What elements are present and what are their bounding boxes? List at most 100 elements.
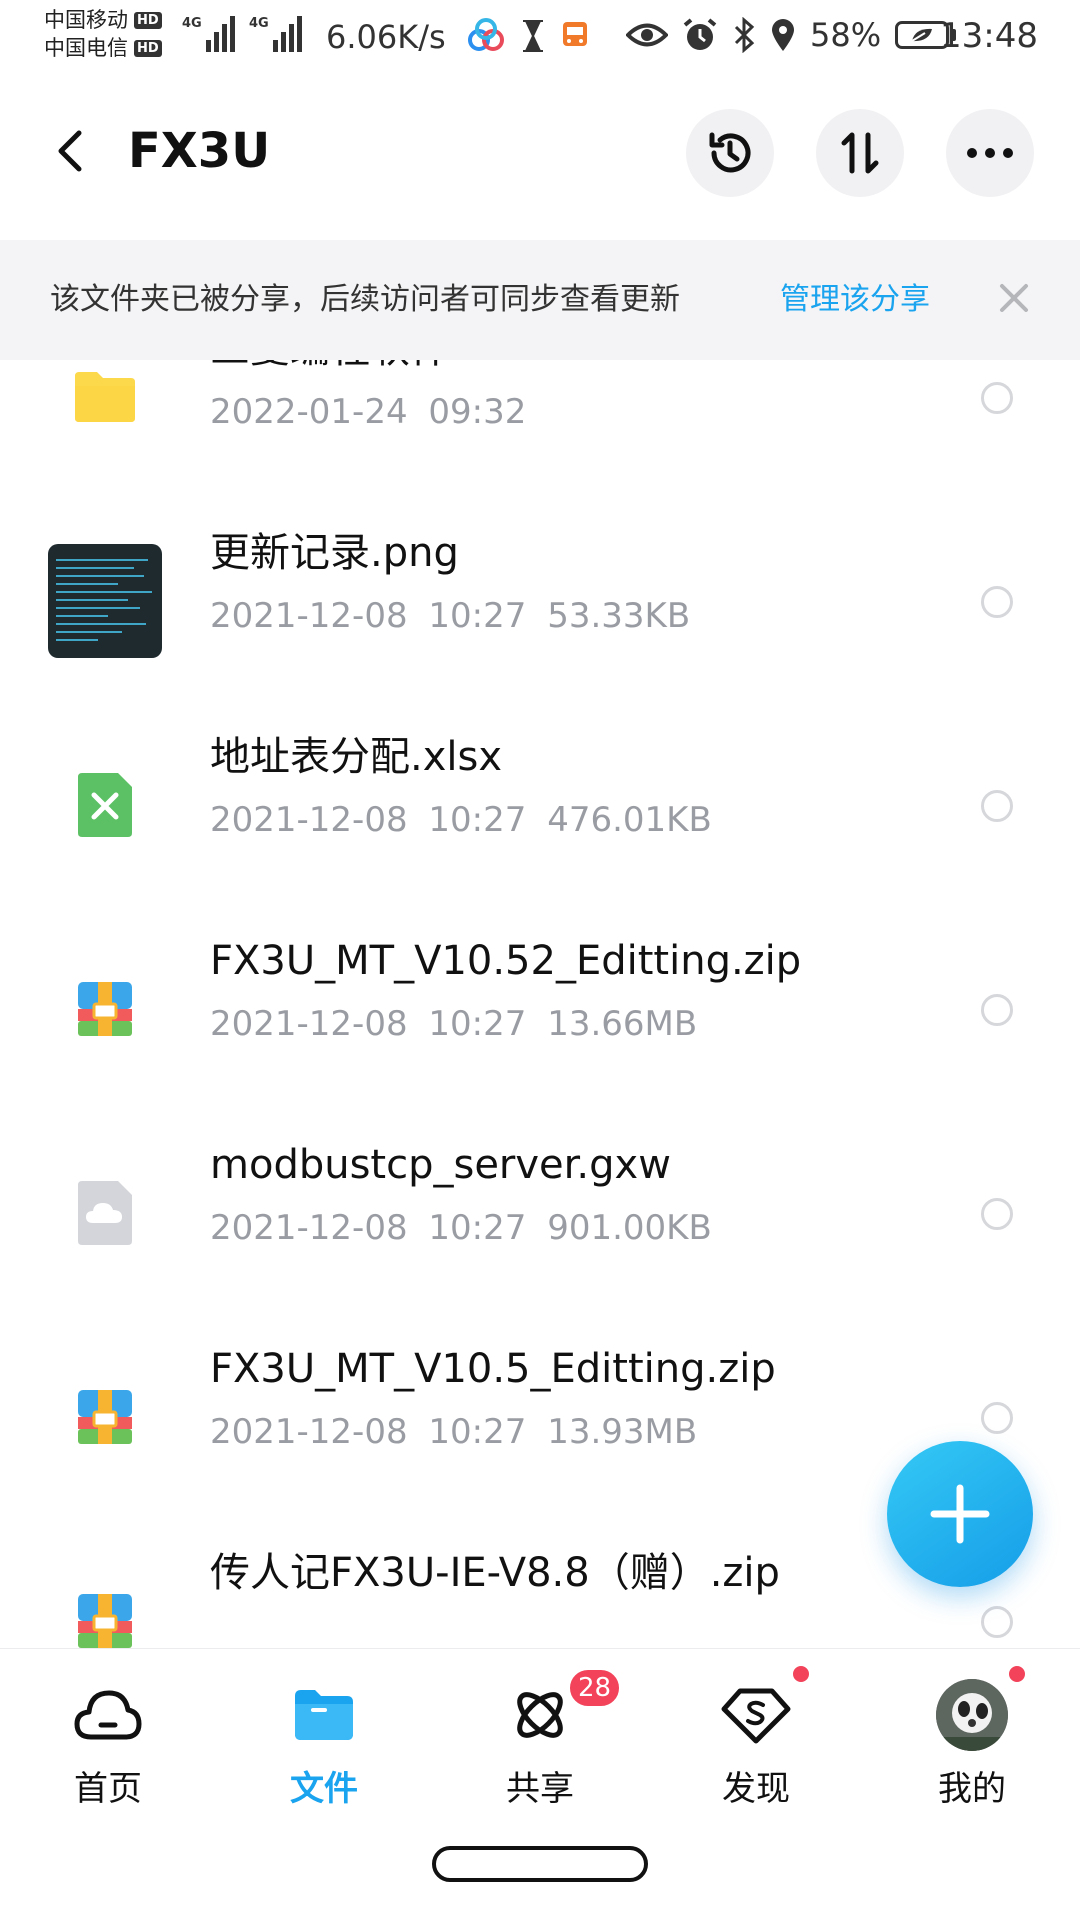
select-radio[interactable] bbox=[981, 586, 1013, 618]
clock: 13:48 bbox=[940, 16, 1038, 56]
more-icon bbox=[967, 148, 1013, 158]
carriers: 中国移动 HD 中国电信 HD bbox=[44, 6, 162, 62]
select-radio[interactable] bbox=[981, 790, 1013, 822]
file-size: 53.33KB bbox=[547, 596, 691, 636]
manage-share-link[interactable]: 管理该分享 bbox=[780, 278, 930, 322]
history-button[interactable] bbox=[686, 109, 774, 197]
folder-icon bbox=[284, 1675, 364, 1755]
file-size: 901.00KB bbox=[547, 1208, 712, 1248]
file-name: FX3U_MT_V10.52_Editting.zip bbox=[210, 938, 802, 984]
me-dot bbox=[1006, 1663, 1028, 1685]
file-meta: 2021-12-08 10:27 13.93MB bbox=[210, 1409, 697, 1455]
zip-icon bbox=[48, 952, 162, 1066]
close-banner-button[interactable] bbox=[998, 282, 1030, 314]
file-time: 10:27 bbox=[428, 1004, 527, 1044]
network-type-2: 4G bbox=[249, 16, 269, 31]
hourglass-icon bbox=[523, 20, 543, 52]
select-radio[interactable] bbox=[981, 1198, 1013, 1230]
file-time: 10:27 bbox=[428, 596, 527, 636]
avatar bbox=[932, 1675, 1012, 1755]
bus-app-icon bbox=[563, 22, 587, 46]
select-radio[interactable] bbox=[981, 1606, 1013, 1638]
bluetooth-icon bbox=[734, 17, 755, 53]
bottom-nav: 首页 文件 28 共享 发现 我的 bbox=[0, 1648, 1080, 1838]
page-title: FX3U bbox=[128, 123, 271, 179]
alarm-icon bbox=[683, 18, 717, 50]
nav-me[interactable]: 我的 bbox=[864, 1649, 1080, 1839]
carrier-1: 中国移动 bbox=[44, 8, 128, 32]
signal-1-icon: 4G bbox=[182, 14, 235, 52]
chevron-left-icon bbox=[58, 130, 82, 172]
share-banner: 该文件夹已被分享，后续访问者可同步查看更新 管理该分享 bbox=[0, 240, 1080, 360]
nav-discover[interactable]: 发现 bbox=[648, 1649, 864, 1839]
file-row[interactable]: 地址表分配.xlsx 2021-12-08 10:27 476.01KB bbox=[0, 704, 1080, 908]
file-time: 10:27 bbox=[428, 800, 527, 840]
nav-files[interactable]: 文件 bbox=[216, 1649, 432, 1839]
header: FX3U bbox=[0, 95, 1080, 215]
file-meta: 2021-12-08 10:27 476.01KB bbox=[210, 797, 712, 843]
file-meta: 2022-01-24 09:32 bbox=[210, 389, 526, 435]
file-meta: 2021-12-08 10:27 53.33KB bbox=[210, 593, 690, 639]
file-size: 13.66MB bbox=[547, 1004, 698, 1044]
nav-home[interactable]: 首页 bbox=[0, 1649, 216, 1839]
file-row[interactable]: 三菱编程软件 2022-01-24 09:32 bbox=[0, 360, 1080, 500]
file-name: 三菱编程软件 bbox=[210, 360, 450, 376]
baidu-app-icon bbox=[468, 18, 504, 51]
file-row[interactable]: modbustcp_server.gxw 2021-12-08 10:27 90… bbox=[0, 1112, 1080, 1316]
home-indicator[interactable] bbox=[432, 1846, 648, 1882]
hd-badge: HD bbox=[134, 39, 162, 57]
file-meta: 2021-12-08 10:27 13.66MB bbox=[210, 1001, 697, 1047]
file-name: modbustcp_server.gxw bbox=[210, 1142, 671, 1188]
file-row[interactable]: FX3U_MT_V10.52_Editting.zip 2021-12-08 1… bbox=[0, 908, 1080, 1112]
file-name: 传人记FX3U-IE-V8.8（赠）.zip bbox=[210, 1550, 780, 1596]
zip-icon bbox=[48, 1564, 162, 1648]
nav-label: 首页 bbox=[74, 1769, 142, 1809]
signal-2-icon: 4G bbox=[249, 14, 302, 52]
select-radio[interactable] bbox=[981, 382, 1013, 414]
excel-icon bbox=[48, 748, 162, 862]
file-meta: 2021-12-08 10:27 901.00KB bbox=[210, 1205, 712, 1251]
back-button[interactable] bbox=[40, 121, 100, 181]
file-time: 10:27 bbox=[428, 1412, 527, 1452]
file-date: 2021-12-08 bbox=[210, 1412, 408, 1452]
zip-icon bbox=[48, 1360, 162, 1474]
system-icons: 58% bbox=[626, 16, 957, 54]
battery-percent: 58% bbox=[810, 16, 882, 54]
file-size: 13.93MB bbox=[547, 1412, 698, 1452]
sort-button[interactable] bbox=[816, 109, 904, 197]
cloud-icon bbox=[68, 1675, 148, 1755]
folder-icon bbox=[48, 360, 162, 454]
file-row[interactable]: 更新记录.png 2021-12-08 10:27 53.33KB bbox=[0, 500, 1080, 704]
hd-badge: HD bbox=[134, 11, 162, 29]
unknown-file-icon bbox=[48, 1156, 162, 1270]
file-time: 10:27 bbox=[428, 1208, 527, 1248]
select-radio[interactable] bbox=[981, 994, 1013, 1026]
nav-label: 共享 bbox=[506, 1769, 574, 1809]
share-badge: 28 bbox=[567, 1667, 623, 1709]
file-name: 更新记录.png bbox=[210, 530, 459, 576]
file-time: 09:32 bbox=[428, 392, 527, 432]
file-date: 2021-12-08 bbox=[210, 1004, 408, 1044]
file-date: 2021-12-08 bbox=[210, 800, 408, 840]
more-button[interactable] bbox=[946, 109, 1034, 197]
location-icon bbox=[772, 19, 794, 51]
share-banner-text: 该文件夹已被分享，后续访问者可同步查看更新 bbox=[50, 282, 680, 317]
nav-label: 我的 bbox=[938, 1769, 1006, 1809]
notification-icons bbox=[466, 18, 590, 54]
plus-icon bbox=[930, 1484, 990, 1544]
network-type-1: 4G bbox=[182, 16, 202, 31]
discover-icon bbox=[716, 1675, 796, 1755]
file-date: 2021-12-08 bbox=[210, 596, 408, 636]
file-date: 2022-01-24 bbox=[210, 392, 408, 432]
carrier-2: 中国电信 bbox=[44, 36, 128, 60]
nav-label: 发现 bbox=[722, 1769, 790, 1809]
discover-dot bbox=[790, 1663, 812, 1685]
net-speed: 6.06K/s bbox=[326, 18, 446, 56]
file-date: 2021-12-08 bbox=[210, 1208, 408, 1248]
add-button[interactable] bbox=[887, 1441, 1033, 1587]
nav-share[interactable]: 28 共享 bbox=[432, 1649, 648, 1839]
status-bar: 中国移动 HD 中国电信 HD 4G 4G 6.06K/s 58% 13:48 bbox=[0, 0, 1080, 80]
file-name: 地址表分配.xlsx bbox=[210, 734, 503, 780]
select-radio[interactable] bbox=[981, 1402, 1013, 1434]
eye-icon bbox=[626, 23, 668, 47]
